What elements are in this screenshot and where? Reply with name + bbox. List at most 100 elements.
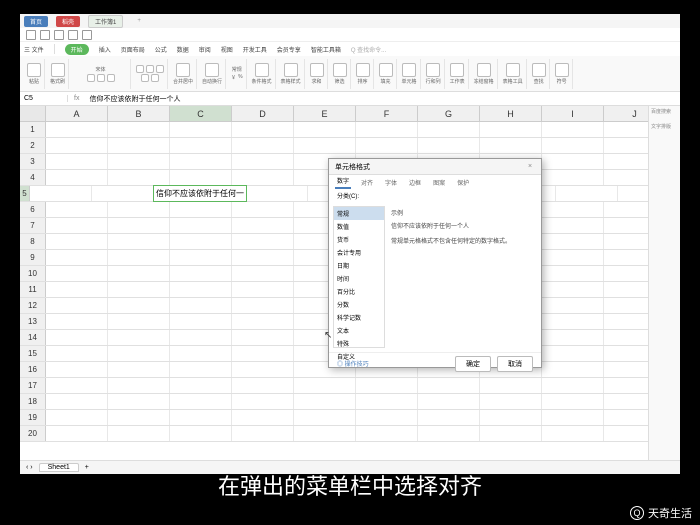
tab-insert[interactable]: 插入 <box>99 45 111 54</box>
cell-I10[interactable] <box>542 266 604 281</box>
cell-C1[interactable] <box>170 122 232 137</box>
select-all-corner[interactable] <box>20 106 46 121</box>
cell-B11[interactable] <box>108 282 170 297</box>
dlg-tab-pattern[interactable]: 图案 <box>431 176 447 189</box>
cell-A9[interactable] <box>46 250 108 265</box>
align-right-icon[interactable] <box>156 65 164 73</box>
cell-A11[interactable] <box>46 282 108 297</box>
tab-view[interactable]: 视图 <box>221 45 233 54</box>
cat-date[interactable]: 日期 <box>334 259 384 272</box>
cell-E1[interactable] <box>294 122 356 137</box>
cell-I17[interactable] <box>542 378 604 393</box>
row-header-3[interactable]: 3 <box>20 154 46 169</box>
qat-preview-icon[interactable] <box>54 30 64 40</box>
cell-G19[interactable] <box>418 410 480 425</box>
cell-A5[interactable] <box>30 186 92 201</box>
panel-search[interactable]: 百度搜索 <box>651 108 678 115</box>
cell-D16[interactable] <box>232 362 294 377</box>
cat-accounting[interactable]: 会计专用 <box>334 246 384 259</box>
fill-icon[interactable] <box>379 63 393 77</box>
row-header-13[interactable]: 13 <box>20 314 46 329</box>
dlg-tab-number[interactable]: 数字 <box>335 174 351 189</box>
row-header-2[interactable]: 2 <box>20 138 46 153</box>
font-select[interactable]: 宋体 <box>96 66 106 73</box>
cell-B15[interactable] <box>108 346 170 361</box>
cat-text[interactable]: 文本 <box>334 324 384 337</box>
cell-I14[interactable] <box>542 330 604 345</box>
cell-C9[interactable] <box>170 250 232 265</box>
cell-D20[interactable] <box>232 426 294 441</box>
cell-D9[interactable] <box>232 250 294 265</box>
underline-icon[interactable] <box>107 74 115 82</box>
cell-E17[interactable] <box>294 378 356 393</box>
row-header-17[interactable]: 17 <box>20 378 46 393</box>
tab-formula[interactable]: 公式 <box>155 45 167 54</box>
cell-D2[interactable] <box>232 138 294 153</box>
cell-A1[interactable] <box>46 122 108 137</box>
cell-G2[interactable] <box>418 138 480 153</box>
cell-I20[interactable] <box>542 426 604 441</box>
cell-I12[interactable] <box>542 298 604 313</box>
cell-D18[interactable] <box>232 394 294 409</box>
align-center-icon[interactable] <box>146 65 154 73</box>
cell-A18[interactable] <box>46 394 108 409</box>
qat-redo-icon[interactable] <box>82 30 92 40</box>
cell-I5[interactable] <box>556 186 618 201</box>
cond-format-icon[interactable] <box>255 63 269 77</box>
percent-icon[interactable]: % <box>238 74 242 81</box>
tab-add[interactable]: + <box>131 17 147 25</box>
cell-D19[interactable] <box>232 410 294 425</box>
cell-C20[interactable] <box>170 426 232 441</box>
cell-G18[interactable] <box>418 394 480 409</box>
cell-B6[interactable] <box>108 202 170 217</box>
cell-D12[interactable] <box>232 298 294 313</box>
tab-tools[interactable]: 开发工具 <box>243 45 267 54</box>
cat-special[interactable]: 特殊 <box>334 337 384 350</box>
filter-icon[interactable] <box>333 63 347 77</box>
cancel-button[interactable]: 取消 <box>497 356 533 372</box>
cell-A12[interactable] <box>46 298 108 313</box>
cell-E2[interactable] <box>294 138 356 153</box>
tab-review[interactable]: 审阅 <box>199 45 211 54</box>
freeze-icon[interactable] <box>477 63 491 77</box>
cell-B3[interactable] <box>108 154 170 169</box>
cell-B4[interactable] <box>108 170 170 185</box>
cell-C13[interactable] <box>170 314 232 329</box>
cell-C17[interactable] <box>170 378 232 393</box>
row-header-7[interactable]: 7 <box>20 218 46 233</box>
sum-icon[interactable] <box>310 63 324 77</box>
cell-C7[interactable] <box>170 218 232 233</box>
paste-icon[interactable] <box>27 63 41 77</box>
cell-icon[interactable] <box>402 63 416 77</box>
cat-percent[interactable]: 百分比 <box>334 285 384 298</box>
cell-I7[interactable] <box>542 218 604 233</box>
table-style-icon[interactable] <box>284 63 298 77</box>
cell-A20[interactable] <box>46 426 108 441</box>
cell-C4[interactable] <box>170 170 232 185</box>
cell-F1[interactable] <box>356 122 418 137</box>
cell-I8[interactable] <box>542 234 604 249</box>
cell-I11[interactable] <box>542 282 604 297</box>
dlg-tab-font[interactable]: 字体 <box>383 176 399 189</box>
cell-H18[interactable] <box>480 394 542 409</box>
row-header-1[interactable]: 1 <box>20 122 46 137</box>
col-D[interactable]: D <box>232 106 294 121</box>
cell-E20[interactable] <box>294 426 356 441</box>
cell-D11[interactable] <box>232 282 294 297</box>
row-header-5[interactable]: 5 <box>20 186 30 201</box>
cell-I16[interactable] <box>542 362 604 377</box>
cell-C19[interactable] <box>170 410 232 425</box>
search-box[interactable]: Q 查找命令... <box>351 45 386 54</box>
cell-D4[interactable] <box>232 170 294 185</box>
fx-icon[interactable]: fx <box>68 95 85 102</box>
cell-I2[interactable] <box>542 138 604 153</box>
name-box[interactable]: C5 <box>20 95 68 102</box>
sort-icon[interactable] <box>356 63 370 77</box>
cell-B14[interactable] <box>108 330 170 345</box>
cell-C5[interactable]: 信仰不应该依附于任何一 <box>153 185 247 202</box>
row-header-18[interactable]: 18 <box>20 394 46 409</box>
sheet-icon[interactable] <box>450 63 464 77</box>
row-header-4[interactable]: 4 <box>20 170 46 185</box>
cell-A10[interactable] <box>46 266 108 281</box>
cell-B8[interactable] <box>108 234 170 249</box>
